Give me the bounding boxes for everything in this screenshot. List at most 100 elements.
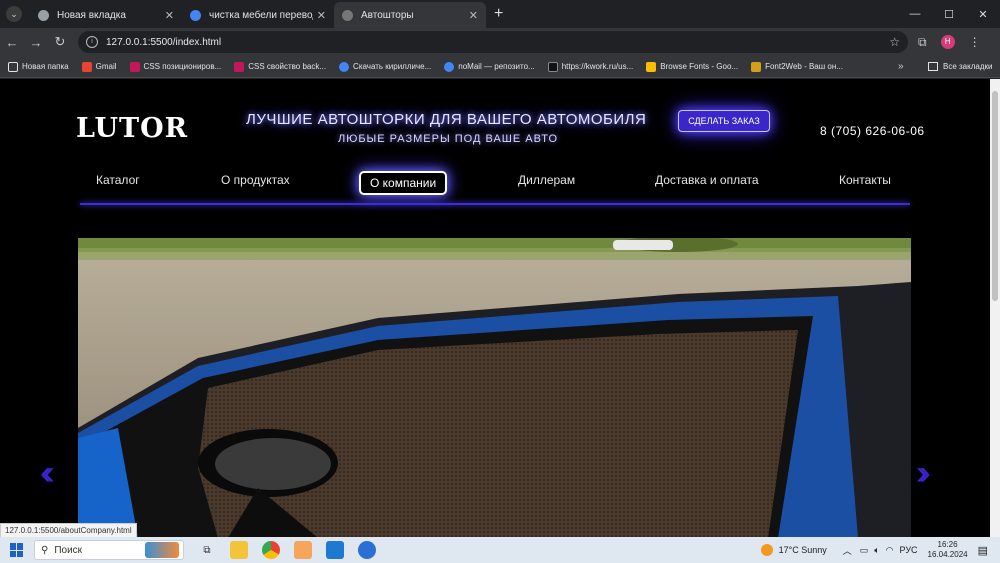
search-highlight-icon [145,542,179,558]
windows-taskbar: ⚲ Поиск ⧉ 17°C Sunny ︿ ▭ 🔈︎ ◠ РУС 16:26 … [0,537,1000,563]
messenger-icon[interactable] [358,541,376,559]
page-icon [234,61,245,72]
menu-item-dealers[interactable]: Диллерам [518,173,575,187]
menu-item-products[interactable]: О продуктах [221,173,290,187]
close-window-icon[interactable]: ✕ [966,8,1000,21]
bookmark-nomail[interactable]: noMail — репозито... [444,61,535,72]
all-bookmarks[interactable]: Все закладки [928,62,992,71]
close-icon[interactable]: ✕ [469,9,478,22]
page-icon [129,61,140,72]
close-icon[interactable]: ✕ [165,9,174,22]
page-viewport: LUTOR ЛУЧШИЕ АВТОШТОРКИ ДЛЯ ВАШЕГО АВТОМ… [0,79,990,537]
tab-new-tab[interactable]: Новая вкладка ✕ [30,2,182,28]
forward-arrow-icon[interactable]: → [24,35,48,50]
bookmark-label: Browse Fonts - Goo... [660,62,739,71]
bookmark-label: Скачать кирилличе... [353,62,432,71]
bookmark-folder[interactable]: Новая папка [8,61,69,72]
menu-item-catalog[interactable]: Каталог [96,173,140,187]
tab-strip: ⌄ Новая вкладка ✕ чистка мебели перевод … [0,0,1000,28]
bookmark-label: https://kwork.ru/us... [561,62,634,71]
main-menu: Каталог О продуктах О компании Диллерам … [80,171,910,197]
order-button[interactable]: СДЕЛАТЬ ЗАКАЗ [678,110,770,132]
clock-time: 16:26 [937,540,958,549]
menu-item-delivery[interactable]: Доставка и оплата [655,173,759,187]
weather-text[interactable]: 17°C Sunny [779,545,827,555]
gmail-icon [81,61,92,72]
status-bar-url: 127.0.0.1:5500/aboutCompany.html [0,523,137,538]
more-bookmarks-icon[interactable]: » [898,61,904,72]
kebab-menu-icon[interactable]: ⋮ [969,35,981,49]
car-sunshade-photo [78,238,911,537]
language-indicator[interactable]: РУС [900,545,918,555]
url-text: 127.0.0.1:5500/index.html [106,36,222,48]
clock-date: 16.04.2024 [927,550,968,559]
tab-search-result[interactable]: чистка мебели перевод - Пои ✕ [182,2,334,28]
menu-item-about[interactable]: О компании [359,171,448,195]
menu-item-contacts[interactable]: Контакты [839,173,891,187]
windows-start-icon[interactable] [10,543,24,557]
bookmark-google-fonts[interactable]: Browse Fonts - Goo... [646,61,739,72]
window-controls: — ☐ ✕ [898,0,1000,28]
scrollbar-thumb[interactable] [992,91,998,301]
phone-number[interactable]: 8 (705) 626-06-06 [820,124,925,138]
close-icon[interactable]: ✕ [317,9,326,22]
tab-autoshtory[interactable]: Автошторы ✕ [334,2,486,28]
bookmarks-bar: Новая папка Gmail CSS позициониров... CS… [0,56,1000,78]
bookmark-label: noMail — репозито... [458,62,535,71]
font2web-icon [751,61,762,72]
chrome-taskbar-icon[interactable] [262,541,280,559]
back-arrow-icon[interactable]: ← [0,35,24,50]
slogan-main: ЛУЧШИЕ АВТОШТОРКИ ДЛЯ ВАШЕГО АВТОМОБИЛЯ [246,111,647,128]
minimize-icon[interactable]: — [898,8,932,20]
slider-next-arrow[interactable]: ›› [916,454,930,493]
maximize-icon[interactable]: ☐ [932,8,966,21]
tab-search-button[interactable]: ⌄ [6,6,22,22]
network-icon[interactable]: ▭ [860,545,869,556]
app-taskbar-icon[interactable] [294,541,312,559]
sun-icon [760,544,773,556]
address-bar[interactable]: i 127.0.0.1:5500/index.html ☆ [78,31,908,53]
clock[interactable]: 16:26 16.04.2024 [928,540,968,560]
bookmark-font2web[interactable]: Font2Web - Ваш он... [751,61,843,72]
hero-slider-image [78,238,911,537]
cloud-icon [444,61,455,72]
bookmark-label: CSS позициониров... [143,62,222,71]
site-info-icon[interactable]: i [86,36,98,48]
tray-chevron-icon[interactable]: ︿ [843,544,852,557]
bookmark-label: CSS свойство back... [248,62,327,71]
folder-icon [928,62,938,71]
tab-title: чистка мебели перевод - Пои [209,9,313,21]
bookmark-gmail[interactable]: Gmail [81,61,117,72]
reload-icon[interactable]: ↻ [48,34,72,50]
bookmark-cyrillic[interactable]: Скачать кирилличе... [339,61,432,72]
tab-title: Новая вкладка [57,9,126,21]
taskbar-search-label: Поиск [54,544,83,556]
bookmark-label: Новая папка [22,62,69,71]
system-tray: 17°C Sunny ︿ ▭ 🔈︎ ◠ РУС 16:26 16.04.2024… [760,537,1000,563]
search-icon: ⚲ [41,544,49,556]
profile-avatar[interactable]: Н [940,35,955,49]
wifi-icon[interactable]: ◠ [886,545,894,556]
site-logo[interactable]: LUTOR [76,113,188,144]
cloud-icon [339,61,350,72]
new-tab-plus-icon[interactable]: + [494,5,503,23]
slogan-sub: ЛЮБЫЕ РАЗМЕРЫ ПОД ВАШЕ АВТО [338,133,558,145]
bookmark-css-background[interactable]: CSS свойство back... [234,61,327,72]
menu-divider [80,203,910,205]
bookmark-star-icon[interactable]: ☆ [889,35,900,49]
bookmark-kwork[interactable]: https://kwork.ru/us... [547,61,634,72]
tab-title: Автошторы [361,9,414,21]
task-view-icon[interactable]: ⧉ [198,541,216,559]
google-icon [190,9,201,21]
vscode-icon[interactable] [326,541,344,559]
file-explorer-icon[interactable] [230,541,248,559]
notification-icon[interactable]: ▤ [978,544,988,557]
bookmark-css-position[interactable]: CSS позициониров... [129,61,222,72]
taskbar-search[interactable]: ⚲ Поиск [34,540,184,560]
volume-icon[interactable]: 🔈︎ [874,545,879,556]
slider-prev-arrow[interactable]: ‹‹ [40,454,54,493]
globe-icon [342,9,353,21]
all-bookmarks-label: Все закладки [943,62,993,71]
extensions-icon[interactable]: ⧉ [918,35,927,50]
page-scrollbar[interactable] [990,79,1000,537]
